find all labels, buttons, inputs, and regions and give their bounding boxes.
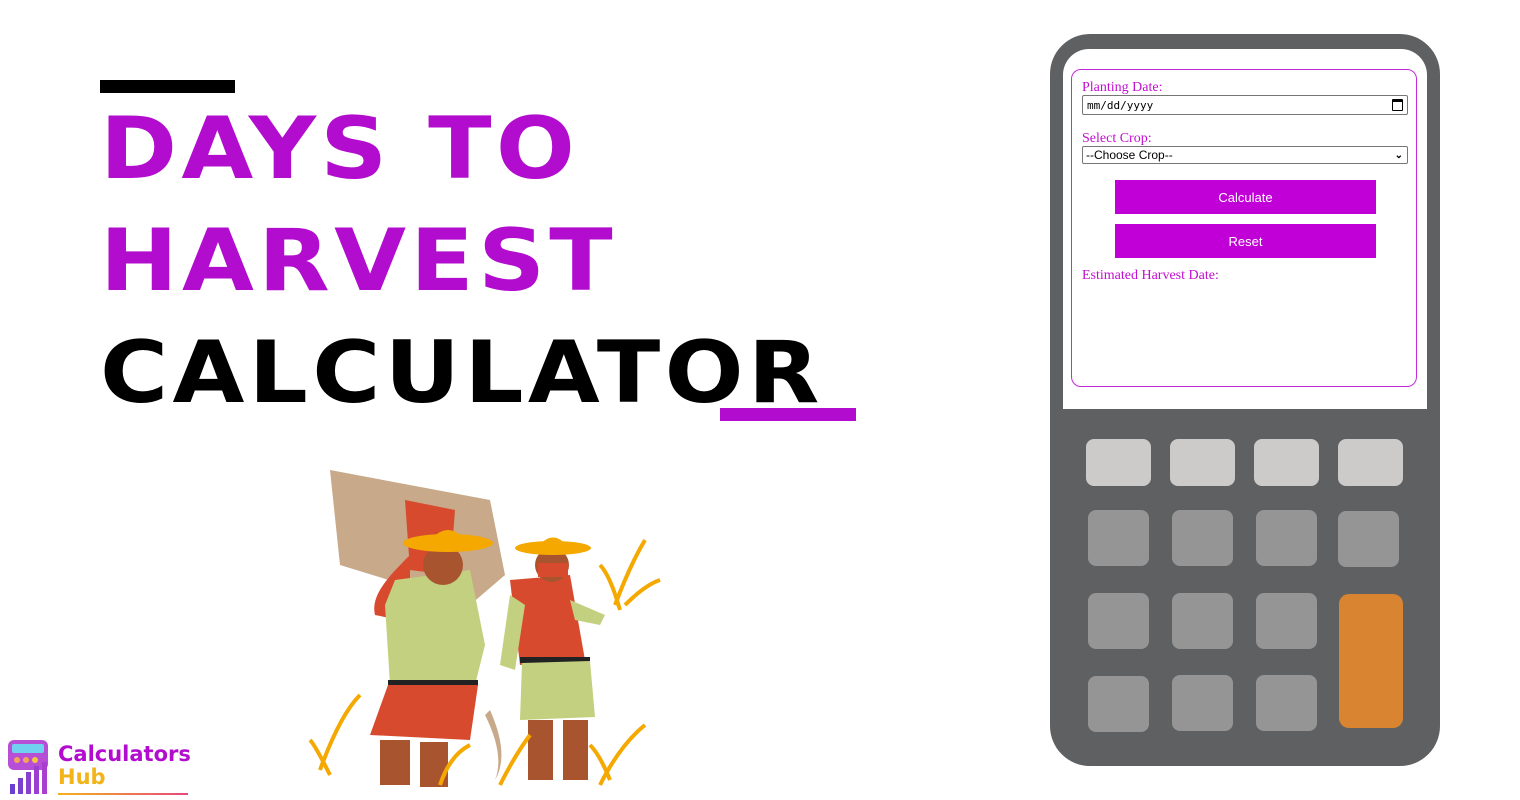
calculator-keypad — [1050, 34, 1440, 766]
title-line-1: DAYS TO — [100, 99, 580, 199]
keypad-key-equals — [1339, 594, 1403, 728]
farmer1-sickle — [485, 710, 502, 780]
farmer2-leg-left — [528, 720, 553, 780]
farmer2-scarf — [538, 563, 568, 577]
title-line-3: CALCULATOR — [100, 323, 824, 423]
logo-underline — [58, 793, 188, 795]
keypad-key — [1338, 511, 1399, 567]
decorative-bar-top — [100, 80, 235, 93]
keypad-key — [1086, 439, 1151, 486]
keypad-key — [1172, 675, 1233, 731]
keypad-key — [1256, 675, 1317, 731]
logo-text-hub: Hub — [58, 765, 106, 789]
keypad-key — [1170, 439, 1235, 486]
keypad-key — [1172, 593, 1233, 649]
farmer1-shirt — [385, 570, 485, 685]
title-line-2: HARVEST — [100, 211, 617, 311]
calculator-device: Planting Date: mm/dd/yyyy Select Crop: -… — [1050, 34, 1440, 766]
keypad-key — [1088, 510, 1149, 566]
farmer2-leg-right — [563, 720, 588, 780]
farmer2-hat-crown — [537, 537, 569, 548]
logo-text-calculators: Calculators — [58, 742, 191, 766]
keypad-key — [1256, 510, 1317, 566]
calculatorshub-logo[interactable]: Calculators Hub — [6, 738, 201, 800]
farmers-illustration — [308, 470, 661, 787]
calculator-chart-icon — [8, 740, 48, 794]
farmer1-leg-left — [380, 740, 410, 785]
keypad-key — [1338, 439, 1403, 486]
farmer2-shorts — [520, 661, 595, 720]
farmer1-shorts — [370, 685, 478, 740]
keypad-key — [1088, 593, 1149, 649]
keypad-key — [1256, 593, 1317, 649]
keypad-key — [1088, 676, 1149, 732]
keypad-key — [1172, 510, 1233, 566]
decorative-bar-bottom — [720, 408, 856, 421]
keypad-key — [1254, 439, 1319, 486]
